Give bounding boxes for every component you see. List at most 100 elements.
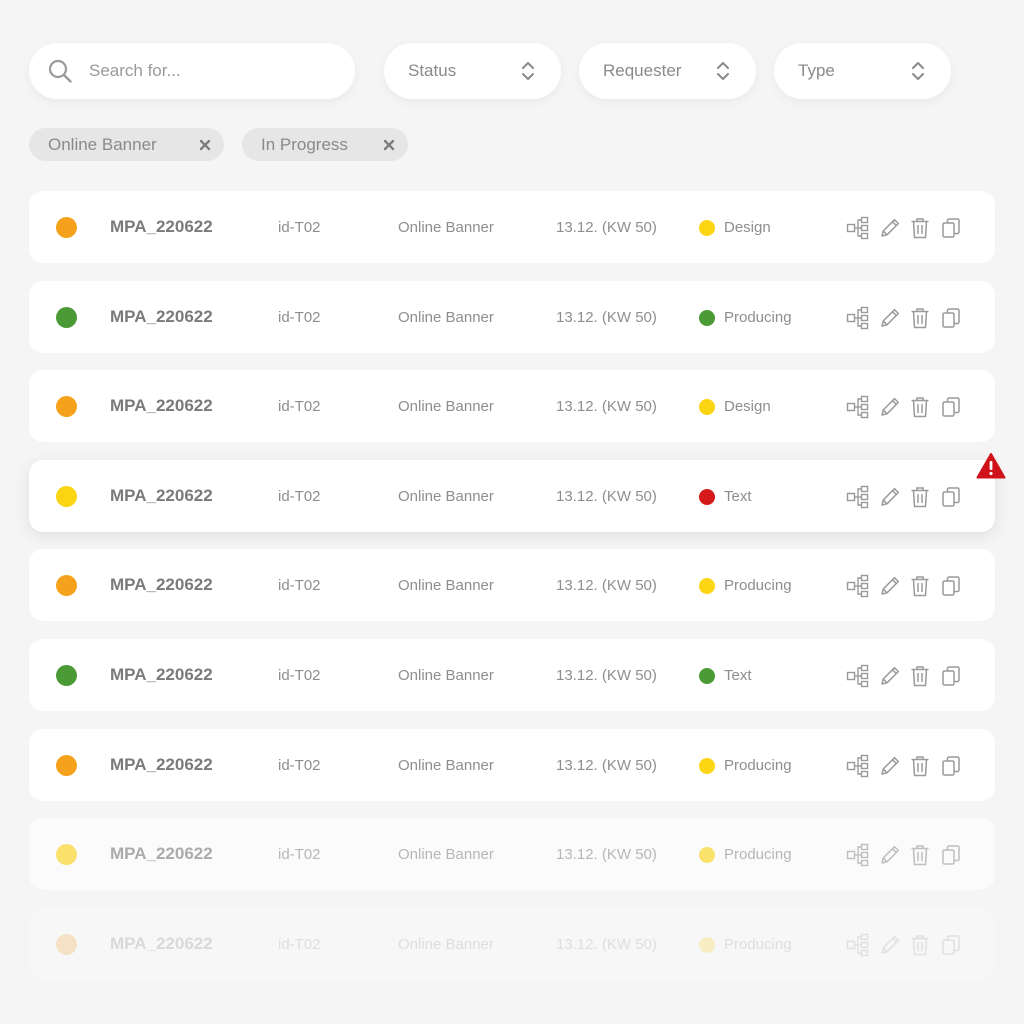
duplicate-button[interactable] [939, 485, 963, 509]
edit-button[interactable] [878, 306, 902, 330]
due-date: 13.12. (KW 50) [556, 936, 657, 953]
copy-icon [942, 308, 960, 328]
delete-button[interactable] [908, 664, 932, 688]
hierarchy-button[interactable] [846, 664, 870, 688]
job-row[interactable]: MPA_220622 id-T02 Online Banner 13.12. (… [29, 549, 995, 621]
job-type: Online Banner [398, 488, 494, 505]
job-row[interactable]: MPA_220622 id-T02 Online Banner 13.12. (… [29, 281, 995, 353]
job-type: Online Banner [398, 398, 494, 415]
copy-icon [942, 935, 960, 955]
hierarchy-button[interactable] [846, 395, 870, 419]
edit-button[interactable] [878, 933, 902, 957]
hierarchy-button[interactable] [846, 843, 870, 867]
delete-button[interactable] [908, 395, 932, 419]
job-row[interactable]: MPA_220622 id-T02 Online Banner 13.12. (… [29, 370, 995, 442]
delete-button[interactable] [908, 574, 932, 598]
hierarchy-icon [846, 395, 869, 419]
job-type: Online Banner [398, 577, 494, 594]
edit-button[interactable] [878, 395, 902, 419]
hierarchy-button[interactable] [846, 933, 870, 957]
delete-button[interactable] [908, 216, 932, 240]
status-label: Text [724, 488, 752, 505]
due-date: 13.12. (KW 50) [556, 757, 657, 774]
hierarchy-button[interactable] [846, 754, 870, 778]
pencil-icon [881, 487, 900, 506]
status-label: Design [724, 398, 771, 415]
job-id: id-T02 [278, 936, 321, 953]
duplicate-button[interactable] [939, 395, 963, 419]
status-dot [699, 489, 715, 505]
job-row[interactable]: MPA_220622 id-T02 Online Banner 13.12. (… [29, 460, 995, 532]
job-number: MPA_220622 [110, 307, 213, 326]
status-label: Text [724, 667, 752, 684]
edit-button[interactable] [878, 754, 902, 778]
trash-icon [911, 487, 929, 508]
job-number: MPA_220622 [110, 844, 213, 863]
hierarchy-button[interactable] [846, 216, 870, 240]
pencil-icon [881, 845, 900, 864]
delete-button[interactable] [908, 933, 932, 957]
trash-icon [911, 218, 929, 239]
trash-icon [911, 935, 929, 956]
due-date: 13.12. (KW 50) [556, 846, 657, 863]
delete-button[interactable] [908, 843, 932, 867]
job-row[interactable]: MPA_220622 id-T02 Online Banner 13.12. (… [29, 639, 995, 711]
hierarchy-button[interactable] [846, 574, 870, 598]
priority-dot [56, 934, 77, 955]
duplicate-button[interactable] [939, 933, 963, 957]
job-type: Online Banner [398, 667, 494, 684]
priority-dot [56, 844, 77, 865]
copy-icon [942, 845, 960, 865]
delete-button[interactable] [908, 306, 932, 330]
trash-icon [911, 308, 929, 329]
pencil-icon [881, 397, 900, 416]
hierarchy-button[interactable] [846, 306, 870, 330]
job-type: Online Banner [398, 219, 494, 236]
pencil-icon [881, 218, 900, 237]
hierarchy-icon [846, 485, 869, 509]
pencil-icon [881, 576, 900, 595]
delete-button[interactable] [908, 754, 932, 778]
job-number: MPA_220622 [110, 486, 213, 505]
job-id: id-T02 [278, 757, 321, 774]
due-date: 13.12. (KW 50) [556, 219, 657, 236]
duplicate-button[interactable] [939, 843, 963, 867]
due-date: 13.12. (KW 50) [556, 577, 657, 594]
job-number: MPA_220622 [110, 396, 213, 415]
duplicate-button[interactable] [939, 664, 963, 688]
job-row[interactable]: MPA_220622 id-T02 Online Banner 13.12. (… [29, 908, 995, 980]
copy-icon [942, 218, 960, 238]
duplicate-button[interactable] [939, 306, 963, 330]
job-row[interactable]: MPA_220622 id-T02 Online Banner 13.12. (… [29, 729, 995, 801]
edit-button[interactable] [878, 843, 902, 867]
job-id: id-T02 [278, 577, 321, 594]
job-number: MPA_220622 [110, 217, 213, 236]
delete-button[interactable] [908, 485, 932, 509]
hierarchy-icon [846, 574, 869, 598]
job-type: Online Banner [398, 846, 494, 863]
duplicate-button[interactable] [939, 216, 963, 240]
priority-dot [56, 665, 77, 686]
edit-button[interactable] [878, 574, 902, 598]
due-date: 13.12. (KW 50) [556, 667, 657, 684]
edit-button[interactable] [878, 485, 902, 509]
status-dot [699, 310, 715, 326]
trash-icon [911, 845, 929, 866]
edit-button[interactable] [878, 664, 902, 688]
status-label: Design [724, 219, 771, 236]
job-list-screen: Status Requester Type Online Banner [0, 0, 1024, 1024]
duplicate-button[interactable] [939, 574, 963, 598]
duplicate-button[interactable] [939, 754, 963, 778]
status-label: Producing [724, 309, 792, 326]
hierarchy-icon [846, 664, 869, 688]
job-id: id-T02 [278, 219, 321, 236]
hierarchy-button[interactable] [846, 485, 870, 509]
status-label: Producing [724, 936, 792, 953]
job-row[interactable]: MPA_220622 id-T02 Online Banner 13.12. (… [29, 818, 995, 890]
job-number: MPA_220622 [110, 755, 213, 774]
edit-button[interactable] [878, 216, 902, 240]
due-date: 13.12. (KW 50) [556, 309, 657, 326]
job-row[interactable]: MPA_220622 id-T02 Online Banner 13.12. (… [29, 191, 995, 263]
status-dot [699, 937, 715, 953]
copy-icon [942, 756, 960, 776]
